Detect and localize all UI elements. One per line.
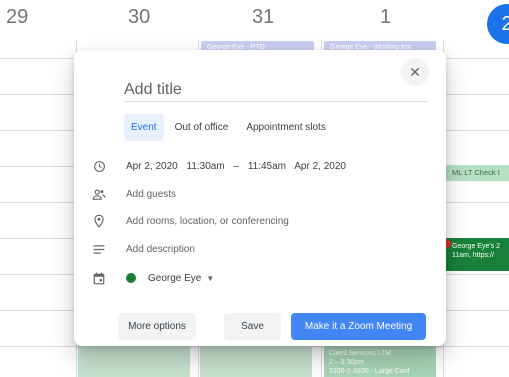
location-icon	[90, 212, 108, 230]
event-title: George Eye's 2	[452, 243, 501, 250]
save-button[interactable]: Save	[224, 313, 281, 340]
event-block[interactable]	[200, 343, 312, 377]
day-number[interactable]: 29	[6, 6, 28, 29]
event-client-services[interactable]: Client Services LTM 2 – 3:30pm 3100-1-31…	[324, 343, 436, 377]
event-type-tabs: Event Out of office Appointment slots	[124, 114, 333, 141]
event-george-eye[interactable]: George Eye's 2 11am, https://	[445, 238, 509, 271]
day-number[interactable]: 31	[252, 6, 274, 29]
calendar-name: George Eye	[148, 272, 202, 284]
people-icon	[90, 185, 108, 203]
tab-appointment-slots[interactable]: Appointment slots	[239, 114, 333, 141]
zoom-meeting-button[interactable]: Make it a Zoom Meeting	[291, 313, 426, 340]
tab-out-of-office[interactable]: Out of office	[168, 114, 236, 141]
description-row[interactable]: Add description	[90, 239, 195, 259]
quick-event-dialog: ✕ Event Out of office Appointment slots …	[74, 50, 446, 346]
event-block[interactable]	[78, 343, 190, 377]
day-number[interactable]: 30	[128, 6, 150, 29]
guests-row[interactable]: Add guests	[90, 184, 176, 204]
event-ml-lt-check[interactable]: ML LT Check I	[446, 165, 509, 181]
dropdown-caret-icon: ▼	[206, 273, 215, 283]
more-options-button[interactable]: More options	[118, 313, 196, 340]
start-time[interactable]: 11:30am	[187, 161, 225, 172]
end-date[interactable]: Apr 2, 2020	[294, 161, 346, 172]
title-input[interactable]	[124, 78, 428, 102]
add-guests-field[interactable]: Add guests	[126, 189, 176, 200]
today-day-number[interactable]: 2	[487, 4, 509, 44]
event-location: 3100-1-3100 - Large Conf	[329, 368, 410, 375]
calendar-select[interactable]: George Eye ▼	[148, 273, 214, 284]
location-row[interactable]: Add rooms, location, or conferencing	[90, 211, 289, 231]
start-date[interactable]: Apr 2, 2020	[126, 161, 178, 172]
time-separator: –	[233, 160, 240, 172]
calendar-color-dot	[126, 273, 136, 283]
add-description-field[interactable]: Add description	[126, 244, 195, 255]
datetime-row: Apr 2, 2020 11:30am – 11:45am Apr 2, 202…	[90, 156, 352, 176]
calendar-row: George Eye ▼	[90, 268, 214, 288]
add-location-field[interactable]: Add rooms, location, or conferencing	[126, 216, 289, 227]
tab-event[interactable]: Event	[124, 114, 164, 141]
event-time: 2 – 3:30pm	[329, 359, 365, 366]
event-title: Client Services LTM	[329, 350, 392, 357]
description-icon	[90, 240, 108, 258]
clock-icon	[90, 157, 108, 175]
end-time[interactable]: 11:45am	[248, 161, 286, 172]
day-number[interactable]: 1	[380, 6, 391, 29]
calendar-icon	[90, 269, 108, 287]
event-time: 11am, https://	[452, 252, 494, 259]
